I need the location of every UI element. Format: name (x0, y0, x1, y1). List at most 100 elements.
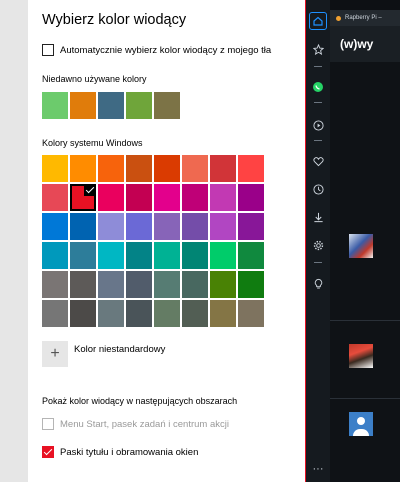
more-icon[interactable]: ··· (311, 462, 325, 476)
sidebar-separator (314, 102, 322, 103)
color-swatch[interactable] (182, 271, 208, 298)
color-swatch[interactable] (98, 184, 124, 211)
windows-colors-label: Kolory systemu Windows (42, 138, 143, 148)
raspberry-favicon-icon (336, 15, 341, 21)
color-swatch[interactable] (182, 300, 208, 327)
auto-accent-checkbox-row[interactable]: Automatycznie wybierz kolor wiodący z mo… (42, 44, 271, 56)
start-taskbar-checkbox-row[interactable]: Menu Start, pasek zadań i centrum akcji (42, 418, 229, 430)
color-swatch[interactable] (42, 155, 68, 182)
color-swatch[interactable] (42, 300, 68, 327)
auto-accent-checkbox-label: Automatycznie wybierz kolor wiodący z mo… (60, 44, 272, 56)
site-header: (w)wy (330, 26, 400, 62)
lightbulb-icon[interactable] (311, 276, 325, 290)
tab-title: Rapberry Pi – (345, 15, 382, 21)
page-title: Wybierz kolor wiodący (42, 12, 187, 28)
heart-icon[interactable] (311, 154, 325, 168)
color-swatch[interactable] (238, 271, 264, 298)
title-bars-checkbox[interactable] (42, 446, 54, 458)
recent-color-swatch[interactable] (98, 92, 124, 119)
color-swatch[interactable] (154, 213, 180, 240)
window-top-strip (330, 0, 400, 10)
title-bars-checkbox-label: Paski tytułu i obramowania okien (60, 446, 199, 458)
avatar[interactable] (349, 234, 373, 258)
color-swatch[interactable] (182, 184, 208, 211)
windows-colors-grid (42, 155, 264, 327)
gear-icon[interactable] (311, 238, 325, 252)
color-swatch[interactable] (238, 242, 264, 269)
color-swatch[interactable] (70, 300, 96, 327)
person-icon-body (353, 429, 369, 436)
color-swatch[interactable] (238, 300, 264, 327)
plus-icon: + (42, 341, 68, 367)
recent-colors (42, 92, 180, 119)
avatar[interactable] (349, 344, 373, 368)
recent-color-swatch[interactable] (70, 92, 96, 119)
color-swatch[interactable] (42, 271, 68, 298)
color-swatch[interactable] (70, 213, 96, 240)
color-swatch[interactable] (98, 213, 124, 240)
color-swatch[interactable] (154, 271, 180, 298)
color-swatch[interactable] (126, 155, 152, 182)
custom-color-label: Kolor niestandardowy (74, 343, 166, 355)
sidebar-separator (314, 262, 322, 263)
color-swatch[interactable] (42, 184, 68, 211)
left-gutter (0, 0, 28, 482)
color-swatch[interactable] (42, 213, 68, 240)
color-swatch[interactable] (210, 155, 236, 182)
color-swatch[interactable] (154, 184, 180, 211)
color-swatch[interactable] (238, 213, 264, 240)
color-swatch[interactable] (210, 242, 236, 269)
download-icon[interactable] (311, 210, 325, 224)
recent-color-swatch[interactable] (126, 92, 152, 119)
recent-colors-label: Niedawno używane kolory (42, 74, 147, 84)
color-swatch[interactable] (126, 271, 152, 298)
color-swatch[interactable] (126, 242, 152, 269)
color-swatch[interactable] (210, 300, 236, 327)
recent-color-swatch[interactable] (154, 92, 180, 119)
person-icon (357, 417, 365, 425)
color-swatch[interactable] (70, 271, 96, 298)
color-swatch[interactable] (126, 213, 152, 240)
color-swatch[interactable] (154, 300, 180, 327)
color-swatch[interactable] (210, 213, 236, 240)
home-icon[interactable] (309, 12, 327, 30)
browser-tab[interactable]: Rapberry Pi – (330, 10, 400, 26)
whatsapp-icon[interactable] (311, 80, 325, 94)
color-swatch[interactable] (70, 155, 96, 182)
browser-sidebar: ··· (306, 0, 330, 482)
color-swatch[interactable] (238, 184, 264, 211)
content-divider (330, 398, 400, 399)
color-swatch[interactable] (182, 155, 208, 182)
content-divider (330, 320, 400, 321)
sidebar-separator (314, 66, 322, 67)
title-bars-checkbox-row[interactable]: Paski tytułu i obramowania okien (42, 446, 198, 458)
sidebar-separator (314, 140, 322, 141)
color-swatch[interactable] (98, 300, 124, 327)
clock-icon[interactable] (311, 182, 325, 196)
color-swatch[interactable] (210, 184, 236, 211)
color-swatch[interactable] (154, 155, 180, 182)
auto-accent-checkbox[interactable] (42, 44, 54, 56)
start-taskbar-checkbox[interactable] (42, 418, 54, 430)
browser-window: ··· Rapberry Pi – (w)wy (306, 0, 400, 482)
color-swatch[interactable] (126, 300, 152, 327)
color-swatch[interactable] (98, 155, 124, 182)
star-icon[interactable] (311, 42, 325, 56)
color-swatch[interactable] (154, 242, 180, 269)
start-taskbar-checkbox-label: Menu Start, pasek zadań i centrum akcji (60, 418, 229, 430)
color-swatch[interactable] (238, 155, 264, 182)
recent-color-swatch[interactable] (42, 92, 68, 119)
color-swatch[interactable] (182, 213, 208, 240)
color-swatch[interactable] (98, 271, 124, 298)
play-icon[interactable] (311, 118, 325, 132)
color-swatch[interactable] (98, 242, 124, 269)
site-logo[interactable]: (w)wy (340, 37, 373, 51)
selected-color-swatch[interactable] (70, 184, 96, 211)
color-swatch[interactable] (210, 271, 236, 298)
color-swatch[interactable] (182, 242, 208, 269)
avatar[interactable] (349, 412, 373, 436)
color-swatch[interactable] (42, 242, 68, 269)
color-swatch[interactable] (126, 184, 152, 211)
color-swatch[interactable] (70, 242, 96, 269)
custom-color-button[interactable]: + Kolor niestandardowy (42, 341, 165, 367)
